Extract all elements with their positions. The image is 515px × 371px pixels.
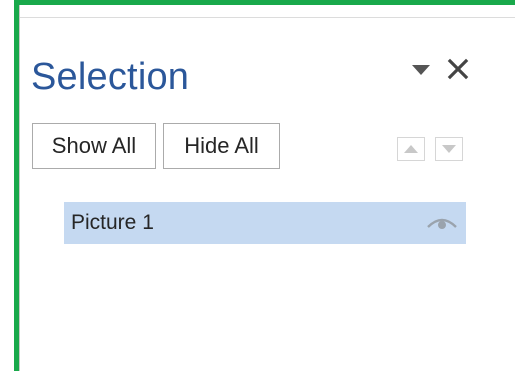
list-item-label: Picture 1 (71, 211, 154, 234)
arrow-up-icon (398, 144, 424, 154)
chevron-down-icon (411, 63, 431, 77)
pane-title: Selection (31, 56, 190, 98)
arrow-down-icon (436, 144, 462, 154)
close-icon (445, 58, 471, 86)
pane-divider (20, 17, 515, 18)
hide-all-button[interactable]: Hide All (163, 123, 280, 169)
selection-pane-window: Selection Show All Hide All Picture 1 (0, 0, 515, 371)
show-all-button[interactable]: Show All (32, 123, 156, 169)
pane-options-button[interactable] (411, 63, 431, 77)
close-pane-button[interactable] (445, 56, 471, 82)
bring-forward-button[interactable] (397, 137, 425, 161)
list-item[interactable]: Picture 1 (64, 202, 466, 244)
send-backward-button[interactable] (435, 137, 463, 161)
eye-icon[interactable] (426, 214, 458, 232)
